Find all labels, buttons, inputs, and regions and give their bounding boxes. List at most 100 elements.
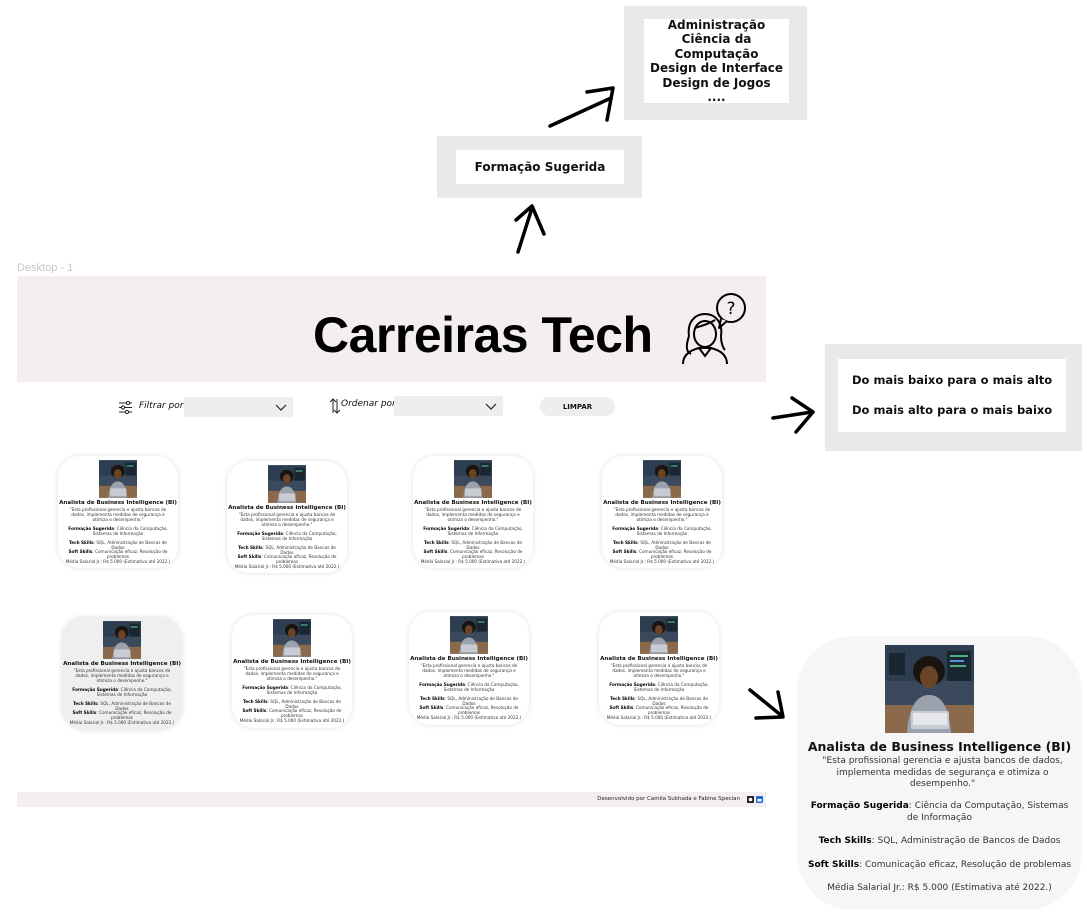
profile-photo xyxy=(273,619,311,657)
card-salary: Média Salarial Jr.: R$ 5.000 (Estimativa… xyxy=(69,720,175,725)
detail-soft-key: Soft Skills xyxy=(807,860,860,870)
clear-button[interactable]: LIMPAR xyxy=(540,397,615,416)
card-salary: Média Salarial Jr.: R$ 5.000 (Estimativa… xyxy=(65,559,171,564)
course-item: .... xyxy=(707,90,726,104)
card-salary: Média Salarial Jr.: R$ 5.000 (Estimativa… xyxy=(234,564,340,569)
card-tech-key: Tech Skills xyxy=(419,696,445,701)
card-title: Analista de Business Intelligence (BI) xyxy=(63,661,181,667)
detail-soft: Soft Skills: Comunicação eficaz, Resoluç… xyxy=(807,860,1072,870)
profile-photo-art xyxy=(103,621,141,659)
card-formacao: Formação Sugerida: Ciência da Computação… xyxy=(609,682,709,692)
card-soft-value: Comunicação eficaz, Resolução de problem… xyxy=(636,705,709,715)
card-title: Analista de Business Intelligence (BI) xyxy=(410,656,528,662)
card-soft: Soft Skills: Comunicação eficaz, Resoluç… xyxy=(423,549,523,559)
career-card[interactable]: Analista de Business Intelligence (BI) "… xyxy=(413,456,533,568)
card-soft: Soft Skills: Comunicação eficaz, Resoluç… xyxy=(609,705,709,715)
card-title: Analista de Business Intelligence (BI) xyxy=(59,500,177,506)
card-title: Analista de Business Intelligence (BI) xyxy=(233,659,351,665)
card-soft-key: Soft Skills xyxy=(68,549,93,554)
card-soft-value: Comunicação eficaz, Resolução de problem… xyxy=(639,549,712,559)
annotation-courses-box: Administração Ciência da Computação Desi… xyxy=(624,6,807,120)
card-description: "Esta profissional gerencia e ajusta ban… xyxy=(424,507,522,522)
github-icon[interactable] xyxy=(747,796,754,803)
filter-select[interactable] xyxy=(184,397,293,417)
career-card[interactable]: Analista de Business Intelligence (BI) "… xyxy=(58,456,178,568)
career-card[interactable]: Analista de Business Intelligence (BI) "… xyxy=(599,612,719,725)
order-select[interactable] xyxy=(394,396,503,416)
card-description: "Esta profissional gerencia e ajusta ban… xyxy=(69,507,167,522)
svg-text:?: ? xyxy=(726,299,735,319)
order-option: Do mais alto para o mais baixo xyxy=(852,403,1053,417)
profile-photo xyxy=(454,460,492,498)
card-title: Analista de Business Intelligence (BI) xyxy=(603,500,721,506)
card-description: "Esta profissional gerencia e ajusta ban… xyxy=(238,512,336,527)
card-description: "Esta profissional gerencia e ajusta ban… xyxy=(610,663,708,678)
card-tech-key: Tech Skills xyxy=(423,540,449,545)
card-soft: Soft Skills: Comunicação eficaz, Resoluç… xyxy=(419,705,519,715)
profile-photo xyxy=(103,621,141,659)
order-option: Do mais baixo para o mais alto xyxy=(852,373,1053,387)
sort-arrows-icon xyxy=(329,398,341,414)
card-salary: Média Salarial Jr.: R$ 5.000 (Estimativa… xyxy=(239,718,345,723)
career-card-detail[interactable]: Analista de Business Intelligence (BI) "… xyxy=(797,636,1082,910)
annotation-order-box: Do mais baixo para o mais alto Do mais a… xyxy=(825,344,1082,451)
profile-photo xyxy=(268,465,306,503)
detail-tech-key: Tech Skills xyxy=(818,836,872,846)
profile-photo-art xyxy=(454,460,492,498)
card-soft-value: Comunicação eficaz, Resolução de problem… xyxy=(264,554,337,564)
profile-photo xyxy=(643,460,681,498)
card-tech-key: Tech Skills xyxy=(68,540,94,545)
filter-label: Filtrar por: xyxy=(139,401,187,411)
detail-formacao-key: Formação Sugerida xyxy=(810,801,909,811)
card-salary: Média Salarial Jr.: R$ 5.000 (Estimativa… xyxy=(420,559,526,564)
detail-description: "Esta profissional gerencia e ajusta ban… xyxy=(822,756,1063,789)
chevron-down-icon xyxy=(275,404,287,411)
profile-photo xyxy=(885,645,974,733)
card-soft-value: Comunicação eficaz, Resolução de problem… xyxy=(450,549,523,559)
card-description: "Esta profissional gerencia e ajusta ban… xyxy=(420,663,518,678)
career-card[interactable]: Analista de Business Intelligence (BI) "… xyxy=(409,612,529,725)
course-item: Administração xyxy=(667,17,766,32)
card-soft-value: Comunicação eficaz, Resolução de problem… xyxy=(269,708,342,718)
card-soft: Soft Skills: Comunicação eficaz, Resoluç… xyxy=(68,549,168,559)
detail-salary: Média Salarial Jr.: R$ 5.000 (Estimativa… xyxy=(827,883,1052,893)
card-formacao: Formação Sugerida: Ciência da Computação… xyxy=(72,687,172,697)
profile-photo-art xyxy=(273,619,311,657)
card-soft-key: Soft Skills xyxy=(419,705,444,710)
detail-tech: Tech Skills: SQL, Administração de Banco… xyxy=(818,836,1061,846)
card-formacao: Formação Sugerida: Ciência da Computação… xyxy=(419,682,519,692)
card-formacao: Formação Sugerida: Ciência da Computação… xyxy=(237,531,337,541)
frame-label: Desktop - 1 xyxy=(17,262,74,274)
card-tech-key: Tech Skills xyxy=(609,696,635,701)
card-description: "Esta profissional gerencia e ajusta ban… xyxy=(73,668,171,683)
course-item: Design de Interface xyxy=(650,61,783,75)
card-description: "Esta profissional gerencia e ajusta ban… xyxy=(243,666,341,681)
header-banner: Carreiras Tech ? xyxy=(17,276,766,382)
profile-photo xyxy=(99,460,137,498)
card-tech-key: Tech Skills xyxy=(72,701,98,706)
career-card[interactable]: Analista de Business Intelligence (BI) "… xyxy=(62,617,182,730)
card-salary: Média Salarial Jr.: R$ 5.000 (Estimativa… xyxy=(609,559,715,564)
detail-tech-value: SQL, Administração de Bancos de Dados xyxy=(877,836,1061,846)
card-soft-value: Comunicação eficaz, Resolução de problem… xyxy=(95,549,168,559)
filter-sliders-icon xyxy=(119,401,132,414)
card-soft-key: Soft Skills xyxy=(237,554,262,559)
card-salary: Média Salarial Jr.: R$ 5.000 (Estimativa… xyxy=(416,715,522,720)
profile-photo xyxy=(450,616,488,654)
career-card[interactable]: Analista de Business Intelligence (BI) "… xyxy=(227,461,347,573)
card-soft-key: Soft Skills xyxy=(242,708,267,713)
detail-formacao-value: Ciência da Computação, Sistemas de Infor… xyxy=(907,801,1069,823)
card-tech-key: Tech Skills xyxy=(237,545,263,550)
career-card[interactable]: Analista de Business Intelligence (BI) "… xyxy=(232,615,352,728)
linkedin-icon[interactable] xyxy=(756,796,763,803)
career-card[interactable]: Analista de Business Intelligence (BI) "… xyxy=(602,456,722,568)
footer-bar: Desenvolvido por Camila Sukhada e Fabine… xyxy=(17,792,766,807)
annotation-order-inner: Do mais baixo para o mais alto Do mais a… xyxy=(838,359,1066,432)
card-soft: Soft Skills: Comunicação eficaz, Resoluç… xyxy=(242,708,342,718)
card-formacao: Formação Sugerida: Ciência da Computação… xyxy=(242,685,342,695)
annotation-formacao-label: Formação Sugerida xyxy=(474,159,606,174)
card-formacao: Formação Sugerida: Ciência da Computação… xyxy=(612,526,712,536)
profile-photo-art xyxy=(268,465,306,503)
card-title: Analista de Business Intelligence (BI) xyxy=(228,505,346,511)
person-question-icon: ? xyxy=(682,293,746,365)
